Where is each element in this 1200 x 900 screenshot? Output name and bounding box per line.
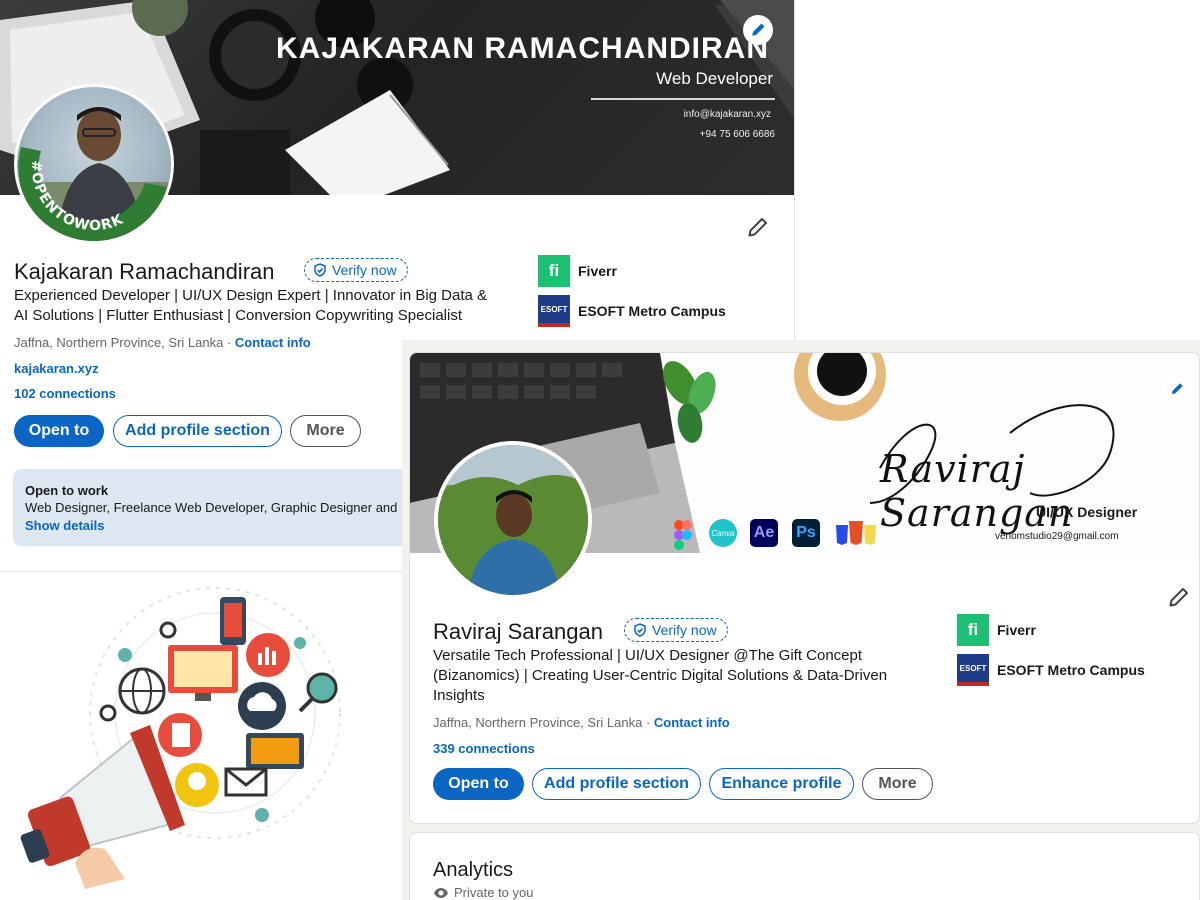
connections-link[interactable]: 339 connections — [433, 741, 535, 756]
analytics-title: Analytics — [433, 859, 514, 881]
contact-info-link[interactable]: Contact info — [654, 715, 730, 730]
company-esoft[interactable]: ESOFT ESOFT Metro Campus — [538, 295, 726, 327]
banner-title: UI/UX Designer — [1036, 504, 1138, 520]
analytics-section: Analytics Private to you — [409, 832, 1200, 900]
open-to-work-box[interactable]: Open to work Web Designer, Freelance Web… — [13, 469, 433, 546]
open-to-work-roles: Web Designer, Freelance Web Developer, G… — [25, 500, 398, 515]
edit-banner-button[interactable] — [743, 15, 773, 45]
enhance-profile-button[interactable]: Enhance profile — [709, 768, 854, 800]
open-to-work-frame-text: #OPENTOWORK — [28, 160, 125, 234]
shield-check-icon — [634, 623, 646, 637]
analytics-private-label: Private to you — [454, 885, 534, 900]
location-separator: · — [226, 335, 232, 350]
analytics-privacy: Private to you — [433, 885, 534, 900]
photoshop-icon: Ps — [792, 519, 820, 547]
after-effects-icon: Ae — [750, 519, 778, 547]
headline-line1: Experienced Developer | UI/UX Design Exp… — [14, 287, 488, 304]
pencil-icon — [1171, 383, 1183, 395]
profile-intro-section: Raviraj Sarangan UI/UX Designer venomstu… — [409, 352, 1200, 824]
banner-subtitle: Web Developer — [656, 69, 773, 88]
verify-now-label: Verify now — [652, 622, 717, 638]
eye-icon — [434, 887, 448, 898]
marketing-illustration — [0, 573, 402, 900]
location-text: Jaffna, Northern Province, Sri Lanka — [14, 335, 224, 350]
open-to-button[interactable]: Open to — [14, 415, 104, 447]
fiverr-logo: fi — [957, 614, 989, 646]
figma-icon — [672, 519, 694, 551]
banner-title: KAJAKARAN RAMACHANDIRAN — [276, 32, 769, 65]
banner-script-name: Raviraj Sarangan — [880, 447, 1074, 535]
company-name: Fiverr — [578, 263, 617, 279]
contact-info-link[interactable]: Contact info — [235, 335, 311, 350]
connections-link[interactable]: 102 connections — [14, 386, 116, 401]
edit-banner-button[interactable] — [1163, 375, 1191, 403]
headline-line2: (Bizanomics) | Creating User-Centric Dig… — [433, 667, 888, 684]
esoft-logo: ESOFT — [538, 295, 570, 327]
open-to-work-title: Open to work — [25, 483, 109, 498]
location-row: Jaffna, Northern Province, Sri Lanka · C… — [433, 715, 730, 730]
verify-now-label: Verify now — [332, 262, 397, 278]
edit-intro-button[interactable] — [744, 213, 772, 241]
profile-name: Raviraj Sarangan — [433, 619, 603, 644]
profile-photo[interactable] — [434, 441, 592, 599]
svg-text:#OPENTOWORK: #OPENTOWORK — [28, 160, 126, 234]
more-button[interactable]: More — [862, 768, 933, 800]
banner-phone: +94 75 606 6686 — [699, 129, 775, 140]
megaphone-illustration — [20, 587, 341, 889]
company-name: ESOFT Metro Campus — [578, 303, 726, 319]
headline-line3: Insights — [433, 687, 485, 704]
company-esoft[interactable]: ESOFT ESOFT Metro Campus — [957, 654, 1145, 686]
open-to-work-frame: #OPENTOWORK — [18, 147, 167, 241]
esoft-logo: ESOFT — [957, 654, 989, 686]
canva-icon: Canva — [709, 519, 737, 547]
add-profile-section-button[interactable]: Add profile section — [113, 415, 282, 447]
add-profile-section-button[interactable]: Add profile section — [532, 768, 701, 800]
fiverr-logo: fi — [538, 255, 570, 287]
banner-divider — [591, 98, 775, 100]
company-name: ESOFT Metro Campus — [997, 662, 1145, 678]
company-fiverr[interactable]: fi Fiverr — [957, 614, 1036, 646]
more-button[interactable]: More — [290, 415, 361, 447]
edit-intro-button[interactable] — [1165, 583, 1193, 611]
profile-photo[interactable]: #OPENTOWORK — [14, 84, 174, 244]
banner-email: venomstudio29@gmail.com — [995, 531, 1119, 542]
website-link[interactable]: kajakaran.xyz — [14, 361, 99, 376]
location-row: Jaffna, Northern Province, Sri Lanka · C… — [14, 335, 311, 350]
verify-now-button[interactable]: Verify now — [624, 618, 728, 642]
pencil-icon — [752, 23, 765, 36]
show-details-link[interactable]: Show details — [25, 518, 421, 533]
pencil-icon — [748, 218, 767, 237]
html-css-js-icon — [834, 517, 878, 549]
verify-now-button[interactable]: Verify now — [304, 258, 408, 282]
company-name: Fiverr — [997, 622, 1036, 638]
person-photo — [438, 445, 588, 595]
location-separator: · — [645, 715, 651, 730]
shield-check-icon — [314, 263, 326, 277]
profile-name: Kajakaran Ramachandiran — [14, 259, 275, 284]
profile-card-raviraj: Raviraj Sarangan UI/UX Designer venomstu… — [402, 340, 1200, 900]
headline-line1: Versatile Tech Professional | UI/UX Desi… — [433, 647, 863, 664]
banner-email: info@kajakaran.xyz — [683, 109, 771, 120]
headline-line2: AI Solutions | Flutter Enthusiast | Conv… — [14, 307, 462, 324]
pencil-icon — [1169, 588, 1188, 607]
location-text: Jaffna, Northern Province, Sri Lanka — [433, 715, 643, 730]
company-fiverr[interactable]: fi Fiverr — [538, 255, 617, 287]
open-to-button[interactable]: Open to — [433, 768, 524, 800]
